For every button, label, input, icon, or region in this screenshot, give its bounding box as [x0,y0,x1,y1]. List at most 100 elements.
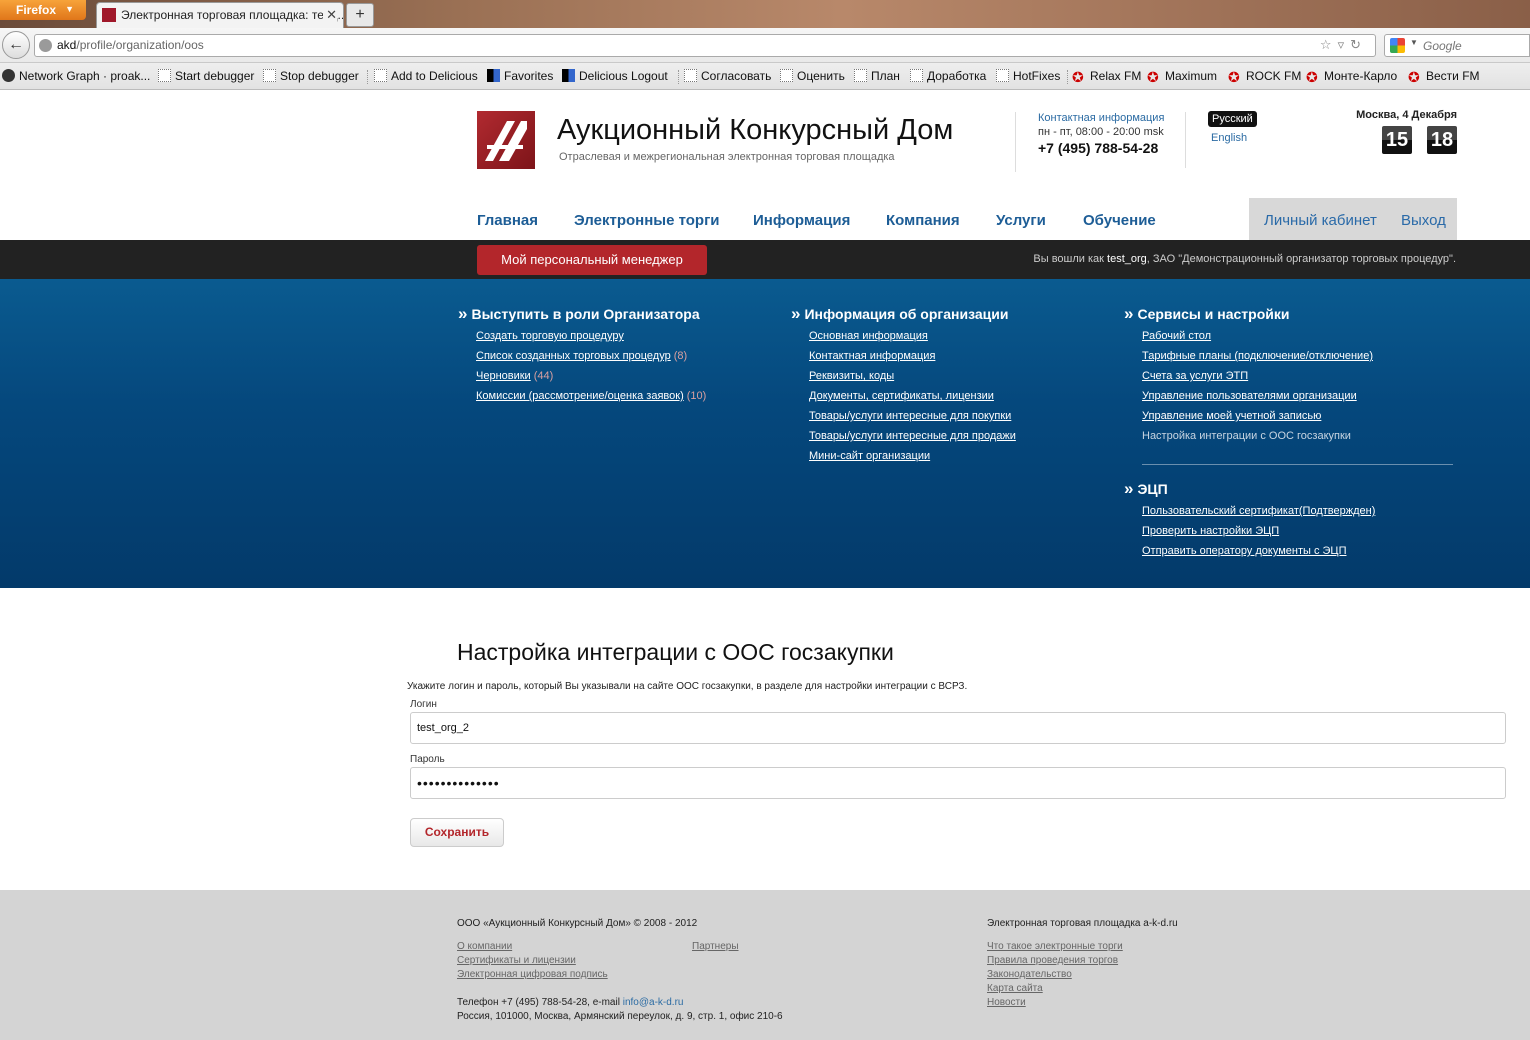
chevron-down-icon[interactable]: ▼ [1410,38,1418,47]
save-button[interactable]: Сохранить [410,818,504,847]
organizer-section-title: » Выступить в роли Организатора [458,304,700,323]
link-contact-info[interactable]: Контактная информация [809,350,935,362]
personal-manager-button[interactable]: Мой персональный менеджер [477,245,707,275]
google-icon [1390,38,1405,53]
link-documents[interactable]: Документы, сертификаты, лицензии [809,390,994,402]
link-create-procedure[interactable]: Создать торговую процедуру [476,330,624,342]
logged-in-info: Вы вошли как test_org, ЗАО "Демонстрацио… [1033,253,1456,265]
separator [1067,70,1068,84]
link-commissions[interactable]: Комиссии (рассмотрение/оценка заявок) (10… [476,390,706,402]
page-icon [263,69,276,82]
back-button[interactable]: ← [2,31,30,59]
page-icon [854,69,867,82]
url-host: akd [57,38,77,52]
link-manage-users[interactable]: Управление пользователями организации [1142,390,1357,402]
bookmark-item[interactable]: ✪ ROCK FM [1228,69,1301,86]
site-logo[interactable] [477,111,535,169]
nav-services[interactable]: Услуги [996,212,1046,229]
footer-link-sitemap[interactable]: Карта сайта [987,983,1043,994]
bookmark-item[interactable]: Согласовать [684,69,771,83]
separator [678,70,679,84]
link-invoices[interactable]: Счета за услуги ЭТП [1142,370,1248,382]
separator [367,70,368,84]
bookmark-item[interactable]: Оценить [780,69,845,83]
page-icon [996,69,1009,82]
bookmark-item[interactable]: HotFixes [996,69,1060,83]
search-input[interactable]: ▼ Google [1384,34,1530,57]
contact-info-link[interactable]: Контактная информация [1038,112,1164,124]
link-drafts[interactable]: Черновики (44) [476,370,553,382]
footer-link-certificates[interactable]: Сертификаты и лицензии [457,955,576,966]
date-label: Москва, 4 Декабря [1356,109,1457,121]
bookmark-item[interactable]: Delicious Logout [562,69,668,83]
double-chevron-icon: » [791,304,801,323]
bookmark-item[interactable]: Favorites [487,69,553,83]
bookmark-item[interactable]: Stop debugger [263,69,359,83]
address-bar[interactable]: akd/profile/organization/oos ☆▿↻ [34,34,1376,57]
browser-tab[interactable]: Электронная торговая площадка: тенд... ✕ [96,2,344,28]
footer-copyright: ООО «Аукционный Конкурсный Дом» © 2008 -… [457,918,698,929]
page-title: Настройка интеграции с ООС госзакупки [457,639,894,665]
browser-titlebar: Firefox ▼ Электронная торговая площадка: … [0,0,1530,28]
link-desktop[interactable]: Рабочий стол [1142,330,1211,342]
close-icon[interactable]: ✕ [323,7,337,23]
firefox-menu-button[interactable]: Firefox ▼ [0,0,86,20]
footer-link-partners[interactable]: Партнеры [692,941,739,952]
nav-personal-cabinet[interactable]: Личный кабинет [1264,212,1377,229]
logo-mark-icon [485,121,527,161]
link-oos-integration[interactable]: Настройка интеграции с ООС госзакупки [1142,430,1351,442]
link-requisites[interactable]: Реквизиты, коды [809,370,894,382]
link-user-certificate[interactable]: Пользовательский сертификат(Подтвержден) [1142,505,1375,517]
bookmark-item[interactable]: ✪ Relax FM [1072,69,1141,86]
footer-link-about[interactable]: О компании [457,941,512,952]
new-tab-button[interactable]: + [346,3,374,27]
nav-e-trading[interactable]: Электронные торги [574,212,720,229]
bookmark-item[interactable]: План [854,69,900,83]
link-goods-purchase[interactable]: Товары/услуги интересные для покупки [809,410,1011,422]
footer-address: Россия, 101000, Москва, Армянский переул… [457,1011,783,1022]
footer-link-digital-signature[interactable]: Электронная цифровая подпись [457,969,608,980]
bookmark-item[interactable]: Доработка [910,69,986,83]
nav-logout[interactable]: Выход [1401,212,1446,229]
footer-phone: Телефон +7 (495) 788-54-28, e-mail info@… [457,997,684,1008]
footer-link-rules[interactable]: Правила проведения торгов [987,955,1118,966]
footer-email-link[interactable]: info@a-k-d.ru [623,997,684,1008]
lang-ru-button[interactable]: Русский [1208,111,1257,127]
footer-link-news[interactable]: Новости [987,997,1026,1008]
footer-link-legislation[interactable]: Законодательство [987,969,1072,980]
clock-hours: 15 [1382,126,1412,154]
org-info-section-title: » Информация об организации [791,304,1009,323]
site-title: Аукционный Конкурсный Дом [557,114,954,146]
tab-title: Электронная торговая площадка: тенд... [121,8,344,22]
radio-star-icon: ✪ [1072,69,1084,85]
bookmark-item[interactable]: ✪ Вести FM [1408,69,1480,86]
link-manage-account[interactable]: Управление моей учетной записью [1142,410,1321,422]
bookmark-item[interactable]: Add to Delicious [374,69,478,83]
link-procedures-list[interactable]: Список созданных торговых процедур (8) [476,350,687,362]
link-mini-site[interactable]: Мини-сайт организации [809,450,930,462]
bookmarks-toolbar: Network Graph · proak... Start debugger … [0,63,1530,90]
radio-star-icon: ✪ [1147,69,1159,85]
link-check-ecp[interactable]: Проверить настройки ЭЦП [1142,525,1279,537]
delicious-icon [487,69,500,82]
lang-en-link[interactable]: English [1211,132,1247,144]
bookmark-item[interactable]: ✪ Maximum [1147,69,1217,86]
nav-company[interactable]: Компания [886,212,960,229]
password-field[interactable] [410,767,1506,799]
footer-link-what-is-trading[interactable]: Что такое электронные торги [987,941,1123,952]
nav-information[interactable]: Информация [753,212,850,229]
link-tariffs[interactable]: Тарифные планы (подключение/отключение) [1142,350,1373,362]
bookmark-item[interactable]: Start debugger [158,69,254,83]
bookmark-item[interactable]: ✪ Монте-Карло [1306,69,1397,86]
radio-star-icon: ✪ [1228,69,1240,85]
nav-training[interactable]: Обучение [1083,212,1156,229]
bookmark-item[interactable]: Network Graph · proak... [2,69,150,83]
page-icon [684,69,697,82]
link-send-documents[interactable]: Отправить оператору документы с ЭЦП [1142,545,1346,557]
login-field[interactable] [410,712,1506,744]
ecp-section-title: » ЭЦП [1124,479,1168,498]
link-goods-sale[interactable]: Товары/услуги интересные для продажи [809,430,1016,442]
link-basic-info[interactable]: Основная информация [809,330,928,342]
bookmark-star-icon[interactable]: ☆▿↻ [1320,37,1367,53]
nav-home[interactable]: Главная [477,212,538,229]
